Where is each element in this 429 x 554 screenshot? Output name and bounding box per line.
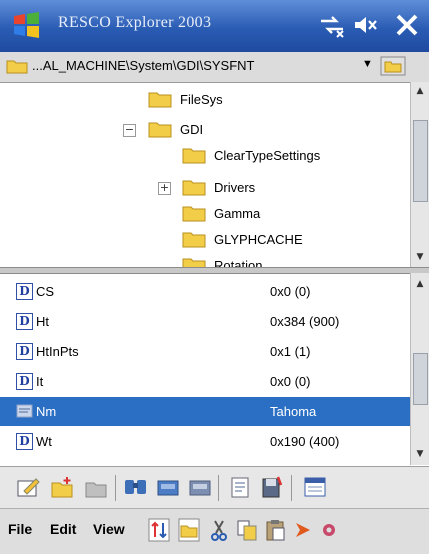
- tree-item[interactable]: Drivers: [182, 174, 255, 200]
- tree-scrollbar[interactable]: ▲ ▼: [410, 82, 429, 267]
- menu-bar: File Edit View: [0, 508, 429, 554]
- tree-item[interactable]: Gamma: [182, 200, 260, 226]
- registry-tree[interactable]: FileSys − GDI ClearTypeSettings + Driver…: [0, 82, 411, 267]
- values-scrollbar[interactable]: ▲ ▼: [410, 273, 429, 465]
- list-item[interactable]: D Wt 0x190 (400): [0, 427, 411, 456]
- windows-logo-icon[interactable]: [12, 10, 42, 40]
- copy-icon[interactable]: [236, 518, 258, 542]
- value-name: Ht: [36, 314, 49, 329]
- path-bar[interactable]: ...AL_MACHINE\System\GDI\SYSFNT ▼: [0, 52, 429, 83]
- toolbar-separator: [218, 475, 219, 501]
- list-item[interactable]: D HtInPts 0x1 (1): [0, 337, 411, 366]
- tree-item[interactable]: GLYPHCACHE: [182, 226, 303, 252]
- value-data: 0x0 (0): [270, 374, 311, 389]
- up-folder-icon[interactable]: [380, 56, 406, 76]
- edit-icon[interactable]: [16, 475, 40, 499]
- tree-item-label: GDI: [180, 121, 204, 137]
- scroll-thumb[interactable]: [413, 120, 428, 202]
- tree-item-label: Drivers: [214, 179, 256, 195]
- volume-icon[interactable]: [352, 12, 380, 38]
- export-icon[interactable]: [228, 475, 252, 499]
- tree-item-label: Rotation: [214, 257, 263, 268]
- toolbar-separator: [291, 475, 292, 501]
- new-key-icon[interactable]: [84, 475, 108, 499]
- scroll-thumb[interactable]: [413, 353, 428, 405]
- tree-item[interactable]: ClearTypeSettings: [182, 142, 320, 168]
- dword-value-icon: D: [16, 283, 33, 300]
- folder-icon: [182, 180, 206, 196]
- folder-icon: [6, 60, 28, 74]
- connectivity-icon[interactable]: [318, 12, 346, 38]
- close-icon[interactable]: [393, 12, 421, 38]
- menu-file[interactable]: File: [8, 521, 32, 537]
- expand-toggle[interactable]: +: [158, 182, 171, 195]
- folder-icon: [182, 232, 206, 248]
- new-folder-icon[interactable]: [50, 475, 74, 499]
- tree-item[interactable]: Rotation: [182, 252, 262, 267]
- cut-icon[interactable]: [208, 518, 230, 542]
- value-name: It: [36, 374, 44, 389]
- tree-item-label: FileSys: [180, 91, 223, 107]
- arrow-icon[interactable]: [292, 518, 314, 542]
- value-data: 0x384 (900): [270, 314, 340, 329]
- current-path[interactable]: ...AL_MACHINE\System\GDI\SYSFNT: [32, 58, 255, 73]
- list-item[interactable]: D CS 0x0 (0): [0, 277, 411, 306]
- folder-icon: [182, 148, 206, 164]
- title-bar: RESCO Explorer 2003: [0, 0, 429, 52]
- list-item[interactable]: D Ht 0x384 (900): [0, 307, 411, 336]
- folder-icon: [182, 206, 206, 222]
- collapse-toggle[interactable]: −: [123, 124, 136, 137]
- menu-edit[interactable]: Edit: [50, 521, 76, 537]
- value-data: 0x190 (400): [270, 434, 340, 449]
- value-name: Wt: [36, 434, 52, 449]
- toolbar-separator: [115, 475, 116, 501]
- folder-icon: [148, 92, 172, 108]
- list-item[interactable]: D It 0x0 (0): [0, 367, 411, 396]
- tree-item-label: Gamma: [214, 205, 261, 221]
- tree-item[interactable]: GDI: [148, 116, 203, 142]
- dword-value-icon: D: [16, 373, 33, 390]
- menu-view[interactable]: View: [93, 521, 125, 537]
- scroll-up-icon[interactable]: ▲: [414, 279, 426, 289]
- value-data: Tahoma: [270, 404, 317, 419]
- list-item-selected[interactable]: Nm Tahoma: [0, 397, 411, 426]
- dword-value-icon: D: [16, 433, 33, 450]
- folder-icon: [148, 122, 172, 138]
- value-name: HtInPts: [36, 344, 79, 359]
- copy-icon[interactable]: [156, 475, 180, 499]
- toolbar: [0, 466, 429, 509]
- sort-icon[interactable]: [148, 518, 170, 542]
- dword-value-icon: D: [16, 313, 33, 330]
- path-dropdown-arrow[interactable]: ▼: [362, 58, 373, 70]
- tools-icon[interactable]: [318, 518, 340, 542]
- save-icon[interactable]: [260, 475, 284, 499]
- properties-icon[interactable]: [303, 475, 327, 499]
- paste-icon[interactable]: [188, 475, 212, 499]
- string-value-icon: [16, 404, 33, 418]
- dword-value-icon: D: [16, 343, 33, 360]
- app-title: RESCO Explorer 2003: [58, 14, 212, 31]
- folder-icon: [182, 258, 206, 267]
- scroll-down-icon[interactable]: ▼: [414, 252, 426, 262]
- find-icon[interactable]: [124, 475, 148, 499]
- values-list[interactable]: D CS 0x0 (0) D Ht 0x384 (900) D HtInPts …: [0, 273, 411, 465]
- tree-item-label: ClearTypeSettings: [214, 147, 321, 163]
- folder-toggle-icon[interactable]: [178, 518, 200, 542]
- tree-item-label: GLYPHCACHE: [214, 231, 303, 247]
- value-name: Nm: [36, 404, 57, 419]
- tree-item[interactable]: FileSys: [148, 86, 223, 112]
- value-name: CS: [36, 284, 55, 299]
- scroll-up-icon[interactable]: ▲: [414, 86, 426, 96]
- paste-icon[interactable]: [264, 518, 286, 542]
- value-data: 0x0 (0): [270, 284, 311, 299]
- value-data: 0x1 (1): [270, 344, 311, 359]
- scroll-down-icon[interactable]: ▼: [414, 449, 426, 459]
